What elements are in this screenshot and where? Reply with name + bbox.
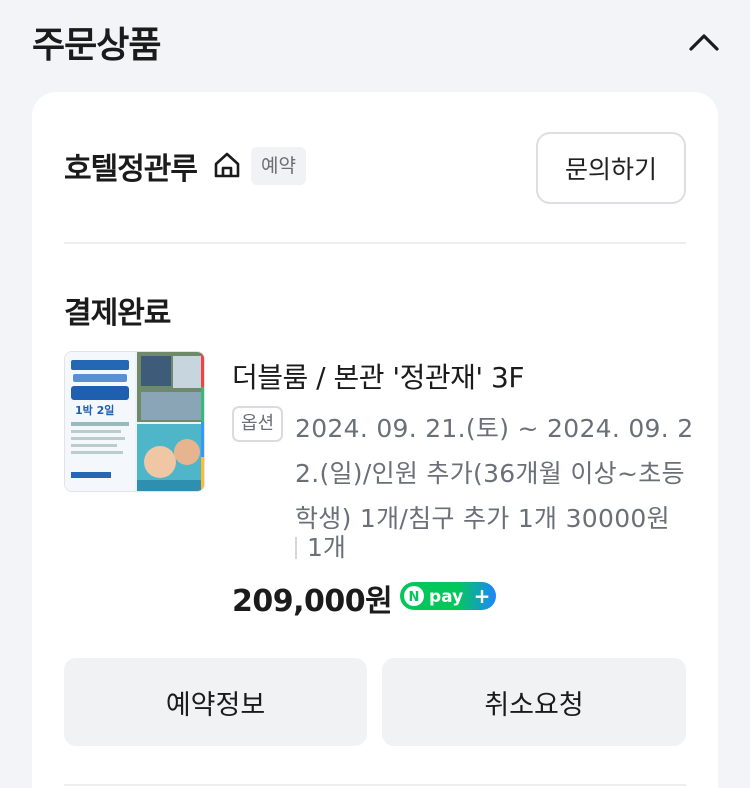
option-details: 2024. 09. 21.(토) ~ 2024. 09. 2 2.(일)/인원 … <box>295 406 695 541</box>
divider <box>64 242 686 244</box>
npay-n-mark: N <box>409 590 420 605</box>
option-line: 2024. 09. 21.(토) ~ 2024. 09. 2 <box>295 414 694 443</box>
divider <box>64 784 686 786</box>
reservation-badge: 예약 <box>251 147 306 185</box>
store-name[interactable]: 호텔정관루 <box>64 144 198 188</box>
reservation-info-button[interactable]: 예약정보 <box>64 658 367 746</box>
inquiry-button[interactable]: 문의하기 <box>536 132 686 204</box>
price: 209,000원 <box>232 584 393 619</box>
option-line: 학생) 1개/침구 추가 1개 30000원 <box>295 504 670 533</box>
product-thumbnail[interactable]: 1박 2일 <box>64 351 205 492</box>
section-title: 주문상품 <box>32 25 161 66</box>
quantity-separator <box>295 537 297 559</box>
chevron-up-icon <box>689 34 719 51</box>
npay-label: pay <box>429 587 463 607</box>
option-line: 2.(일)/인원 추가(36개월 이상~초등 <box>295 459 685 488</box>
home-icon <box>214 152 240 178</box>
collapse-button[interactable] <box>682 20 726 64</box>
npay-plus-badge: N pay + <box>400 582 496 610</box>
cancel-request-button[interactable]: 취소요청 <box>382 658 686 746</box>
thumbnail-caption: 1박 2일 <box>75 403 114 417</box>
thumbnail-image: 1박 2일 <box>65 352 204 491</box>
option-badge: 옵션 <box>232 406 284 442</box>
order-products-header: 주문상품 <box>0 0 750 90</box>
order-card: 호텔정관루 예약 문의하기 결제완료 1박 2일 더블룸 / 본관 '정관재' … <box>32 92 718 788</box>
quantity: 1개 <box>307 533 346 562</box>
npay-plus-mark: + <box>474 584 491 608</box>
order-status: 결제완료 <box>64 296 171 331</box>
product-name[interactable]: 더블룸 / 본관 '정관재' 3F <box>232 356 524 396</box>
